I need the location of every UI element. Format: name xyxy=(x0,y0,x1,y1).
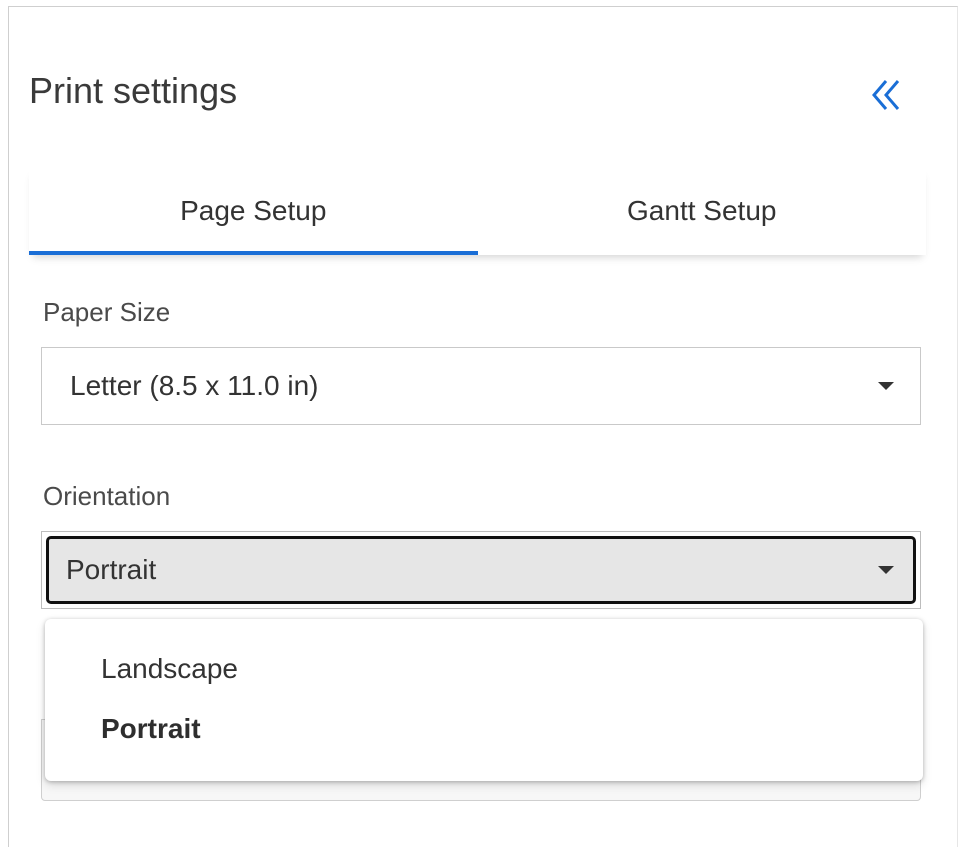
option-portrait[interactable]: Portrait xyxy=(101,713,201,745)
caret-down-icon xyxy=(878,566,894,574)
settings-tabs: Page Setup Gantt Setup xyxy=(29,167,926,255)
caret-down-icon xyxy=(878,382,894,390)
option-landscape[interactable]: Landscape xyxy=(101,653,238,685)
paper-size-select[interactable]: Letter (8.5 x 11.0 in) xyxy=(41,347,921,425)
panel-title: Print settings xyxy=(29,70,238,111)
tab-label: Gantt Setup xyxy=(627,195,777,226)
paper-size-value: Letter (8.5 x 11.0 in) xyxy=(70,370,319,401)
orientation-select-focus-box xyxy=(46,536,916,604)
tab-page-setup[interactable]: Page Setup xyxy=(29,167,478,255)
paper-size-label: Paper Size xyxy=(43,297,171,327)
orientation-label: Orientation xyxy=(43,481,171,511)
orientation-value: Portrait xyxy=(66,554,157,585)
orientation-select[interactable]: Portrait xyxy=(41,531,921,609)
double-chevron-left-icon xyxy=(872,80,900,110)
collapse-panel-button[interactable] xyxy=(864,73,908,117)
orientation-dropdown-menu: Landscape Portrait xyxy=(45,619,923,781)
print-settings-panel: Print settings Page Setup Gantt Setup Pa… xyxy=(8,6,958,847)
tab-gantt-setup[interactable]: Gantt Setup xyxy=(478,167,927,255)
tab-label: Page Setup xyxy=(180,195,327,226)
